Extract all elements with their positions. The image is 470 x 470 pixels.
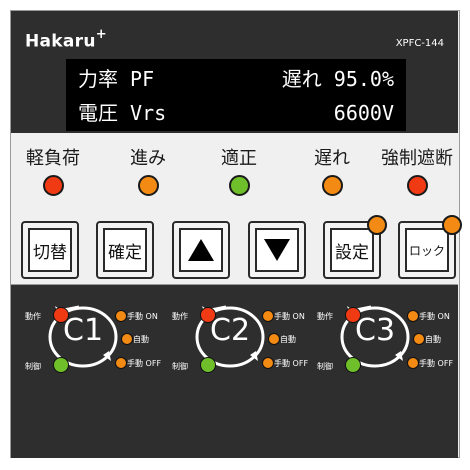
control-led	[345, 357, 361, 373]
manual-off-led	[115, 357, 127, 369]
confirm-button[interactable]: 確定	[96, 221, 154, 279]
settings-button[interactable]: 設定	[323, 215, 387, 279]
channel-c1-label: C1	[63, 313, 104, 348]
manual-off-led	[262, 357, 274, 369]
model-number: XPFC-144	[395, 38, 444, 49]
channel-c1: C1 動作 制御 手動 ON 自動 手動 OFF	[19, 301, 164, 373]
lcd-pf-value: 遅れ 95.0%	[281, 67, 394, 91]
leading-led	[137, 175, 159, 196]
down-arrow-icon	[264, 239, 290, 261]
control-led	[200, 357, 216, 373]
proper-led	[228, 175, 250, 196]
manual-on-led	[407, 310, 419, 322]
up-arrow-icon	[188, 239, 214, 261]
auto-led	[268, 333, 280, 345]
controller-panel: Hakaru+ XPFC-144 力率 PF 遅れ 95.0% 電圧 Vrs 6…	[10, 10, 462, 458]
operate-led	[345, 307, 361, 323]
lcd-voltage-value: 6600V	[333, 101, 394, 125]
lcd-pf-label: 力率 PF	[78, 67, 155, 91]
switch-button-label: 切替	[28, 228, 72, 272]
switch-button[interactable]: 切替	[21, 221, 79, 279]
lock-button[interactable]: ロック	[398, 215, 462, 279]
auto-led	[413, 333, 425, 345]
lagging-led	[321, 175, 343, 196]
channel-c2: C2 動作 制御 手動 ON 自動 手動 OFF	[166, 301, 311, 373]
manual-on-led	[262, 310, 274, 322]
channel-c2-label: C2	[210, 313, 251, 348]
lcd-row-voltage: 電圧 Vrs 6600V	[78, 97, 394, 129]
channel-section: C1 動作 制御 手動 ON 自動 手動 OFF C2 動作 制御 手動 ON …	[11, 284, 458, 458]
forced-cutoff-led	[406, 175, 428, 196]
lock-button-label: ロック	[405, 228, 449, 272]
down-button[interactable]	[248, 221, 306, 279]
manual-off-led	[407, 357, 419, 369]
operate-led	[53, 307, 69, 323]
channel-c3-label: C3	[355, 313, 396, 348]
operate-led	[200, 307, 216, 323]
indicator-forced-cutoff: 強制遮断	[362, 144, 470, 196]
confirm-button-label: 確定	[103, 228, 147, 272]
settings-led	[367, 215, 387, 235]
lcd-display: 力率 PF 遅れ 95.0% 電圧 Vrs 6600V	[66, 59, 406, 131]
light-load-led	[42, 175, 64, 196]
auto-led	[121, 333, 133, 345]
lcd-row-power-factor: 力率 PF 遅れ 95.0%	[78, 63, 394, 95]
display-section: Hakaru+ XPFC-144 力率 PF 遅れ 95.0% 電圧 Vrs 6…	[11, 11, 458, 133]
indicator-light-load: 軽負荷	[0, 144, 108, 196]
settings-button-label: 設定	[330, 228, 374, 272]
brand-logo: Hakaru+	[25, 27, 107, 52]
lock-led	[442, 215, 462, 235]
manual-on-led	[115, 310, 127, 322]
channel-c3: C3 動作 制御 手動 ON 自動 手動 OFF	[311, 301, 456, 373]
control-led	[53, 357, 69, 373]
up-button[interactable]	[172, 221, 230, 279]
lcd-voltage-label: 電圧 Vrs	[78, 101, 167, 125]
